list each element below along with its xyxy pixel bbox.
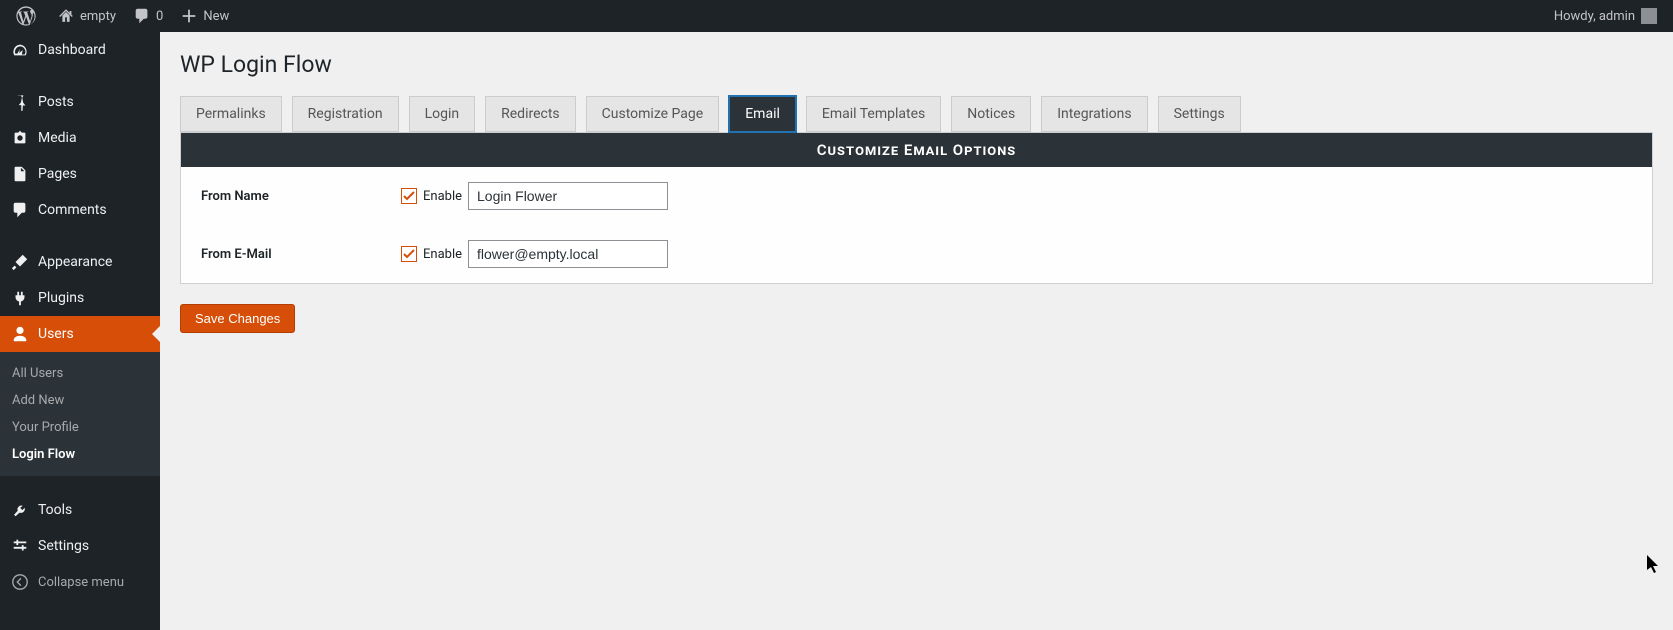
admin-sidebar: Dashboard Posts Media Pages Comments Appearan… bbox=[0, 32, 160, 630]
enable-label[interactable]: Enable bbox=[423, 189, 462, 204]
sidebar-item-comments[interactable]: Comments bbox=[0, 192, 160, 228]
sidebar-item-label: Plugins bbox=[38, 290, 84, 306]
sidebar-item-tools[interactable]: Tools bbox=[0, 492, 160, 528]
plug-icon bbox=[10, 288, 30, 308]
home-icon bbox=[56, 6, 76, 26]
site-name-label: empty bbox=[80, 9, 116, 24]
wordpress-icon bbox=[16, 6, 36, 26]
sidebar-item-dashboard[interactable]: Dashboard bbox=[0, 32, 160, 68]
tab-permalinks[interactable]: Permalinks bbox=[180, 96, 282, 132]
page-title: WP Login Flow bbox=[180, 42, 1653, 82]
sidebar-item-appearance[interactable]: Appearance bbox=[0, 244, 160, 280]
tab-notices[interactable]: Notices bbox=[951, 96, 1031, 132]
tab-login[interactable]: Login bbox=[409, 96, 476, 132]
from-name-input[interactable] bbox=[468, 182, 668, 210]
sidebar-submenu: All UsersAdd NewYour ProfileLogin Flow bbox=[0, 352, 160, 476]
submenu-item-login-flow[interactable]: Login Flow bbox=[0, 441, 160, 468]
sidebar-item-label: Users bbox=[38, 326, 74, 342]
sidebar-item-label: Pages bbox=[38, 166, 77, 182]
tab-integrations[interactable]: Integrations bbox=[1041, 96, 1147, 132]
tab-customize-page[interactable]: Customize Page bbox=[586, 96, 720, 132]
panel-heading: Customize Email Options bbox=[181, 133, 1652, 167]
setting-controls: Enable bbox=[381, 167, 1652, 225]
page-content: WP Login Flow Permalinks Registration Logi… bbox=[160, 32, 1673, 630]
sidebar-item-label: Tools bbox=[38, 502, 72, 518]
comments-count: 0 bbox=[156, 9, 163, 24]
sidebar-item-label: Comments bbox=[38, 202, 107, 218]
setting-label: From E-Mail bbox=[181, 225, 381, 283]
comment-icon bbox=[132, 6, 152, 26]
pushpin-icon bbox=[10, 92, 30, 112]
brush-icon bbox=[10, 252, 30, 272]
page-icon bbox=[10, 164, 30, 184]
collapse-icon bbox=[10, 572, 30, 592]
plus-icon bbox=[179, 6, 199, 26]
submenu-item-your-profile[interactable]: Your Profile bbox=[0, 414, 160, 441]
enable-checkbox-from-name[interactable] bbox=[401, 188, 417, 204]
tab-redirects[interactable]: Redirects bbox=[485, 96, 576, 132]
site-name-link[interactable]: empty bbox=[48, 0, 124, 32]
sidebar-item-label: Appearance bbox=[38, 254, 112, 270]
new-label: New bbox=[203, 9, 229, 24]
collapse-label: Collapse menu bbox=[38, 575, 124, 590]
tab-settings[interactable]: Settings bbox=[1158, 96, 1241, 132]
tabs-nav: Permalinks Registration LoginRedirects Cust… bbox=[180, 96, 1653, 132]
sidebar-item-media[interactable]: Media bbox=[0, 120, 160, 156]
wrench-icon bbox=[10, 500, 30, 520]
sidebar-item-label: Dashboard bbox=[38, 42, 106, 58]
form-table: From Name Enable From E-Mail Enable bbox=[181, 167, 1652, 283]
submenu-item-all-users[interactable]: All Users bbox=[0, 360, 160, 387]
comments-link[interactable]: 0 bbox=[124, 0, 171, 32]
tab-email[interactable]: Email bbox=[729, 96, 796, 132]
enable-checkbox-from-email[interactable] bbox=[401, 246, 417, 262]
new-content-link[interactable]: New bbox=[171, 0, 237, 32]
account-link[interactable]: Howdy, admin bbox=[1546, 0, 1665, 32]
collapse-menu[interactable]: Collapse menu bbox=[0, 564, 160, 600]
howdy-label: Howdy, admin bbox=[1554, 9, 1635, 24]
tab-registration[interactable]: Registration bbox=[292, 96, 399, 132]
admin-toolbar-right: Howdy, admin bbox=[1546, 0, 1665, 32]
settings-panel: Customize Email Options From NameEnableF… bbox=[180, 132, 1653, 284]
sidebar-item-posts[interactable]: Posts bbox=[0, 84, 160, 120]
tab-email-templates[interactable]: Email Templates bbox=[806, 96, 941, 132]
media-icon bbox=[10, 128, 30, 148]
comment-icon bbox=[10, 200, 30, 220]
save-changes-button[interactable]: Save Changes bbox=[180, 304, 295, 333]
admin-toolbar-left: empty 0 New bbox=[8, 0, 237, 32]
sidebar-item-label: Media bbox=[38, 130, 77, 146]
wp-logo[interactable] bbox=[8, 0, 48, 32]
sidebar-item-users[interactable]: Users bbox=[0, 316, 160, 352]
user-icon bbox=[10, 324, 30, 344]
setting-label: From Name bbox=[181, 167, 381, 225]
enable-label[interactable]: Enable bbox=[423, 247, 462, 262]
setting-row-from-name: From Name Enable bbox=[181, 167, 1652, 225]
sidebar-item-label: Settings bbox=[38, 538, 89, 554]
setting-controls: Enable bbox=[381, 225, 1652, 283]
sidebar-item-label: Posts bbox=[38, 94, 74, 110]
avatar bbox=[1641, 8, 1657, 24]
sidebar-item-pages[interactable]: Pages bbox=[0, 156, 160, 192]
from-email-input[interactable] bbox=[468, 240, 668, 268]
sidebar-item-settings[interactable]: Settings bbox=[0, 528, 160, 564]
sidebar-item-plugins[interactable]: Plugins bbox=[0, 280, 160, 316]
dashboard-icon bbox=[10, 40, 30, 60]
admin-toolbar: empty 0 New Howdy, admin bbox=[0, 0, 1673, 32]
submenu-item-add-new[interactable]: Add New bbox=[0, 387, 160, 414]
setting-row-from-email: From E-Mail Enable bbox=[181, 225, 1652, 283]
sliders-icon bbox=[10, 536, 30, 556]
